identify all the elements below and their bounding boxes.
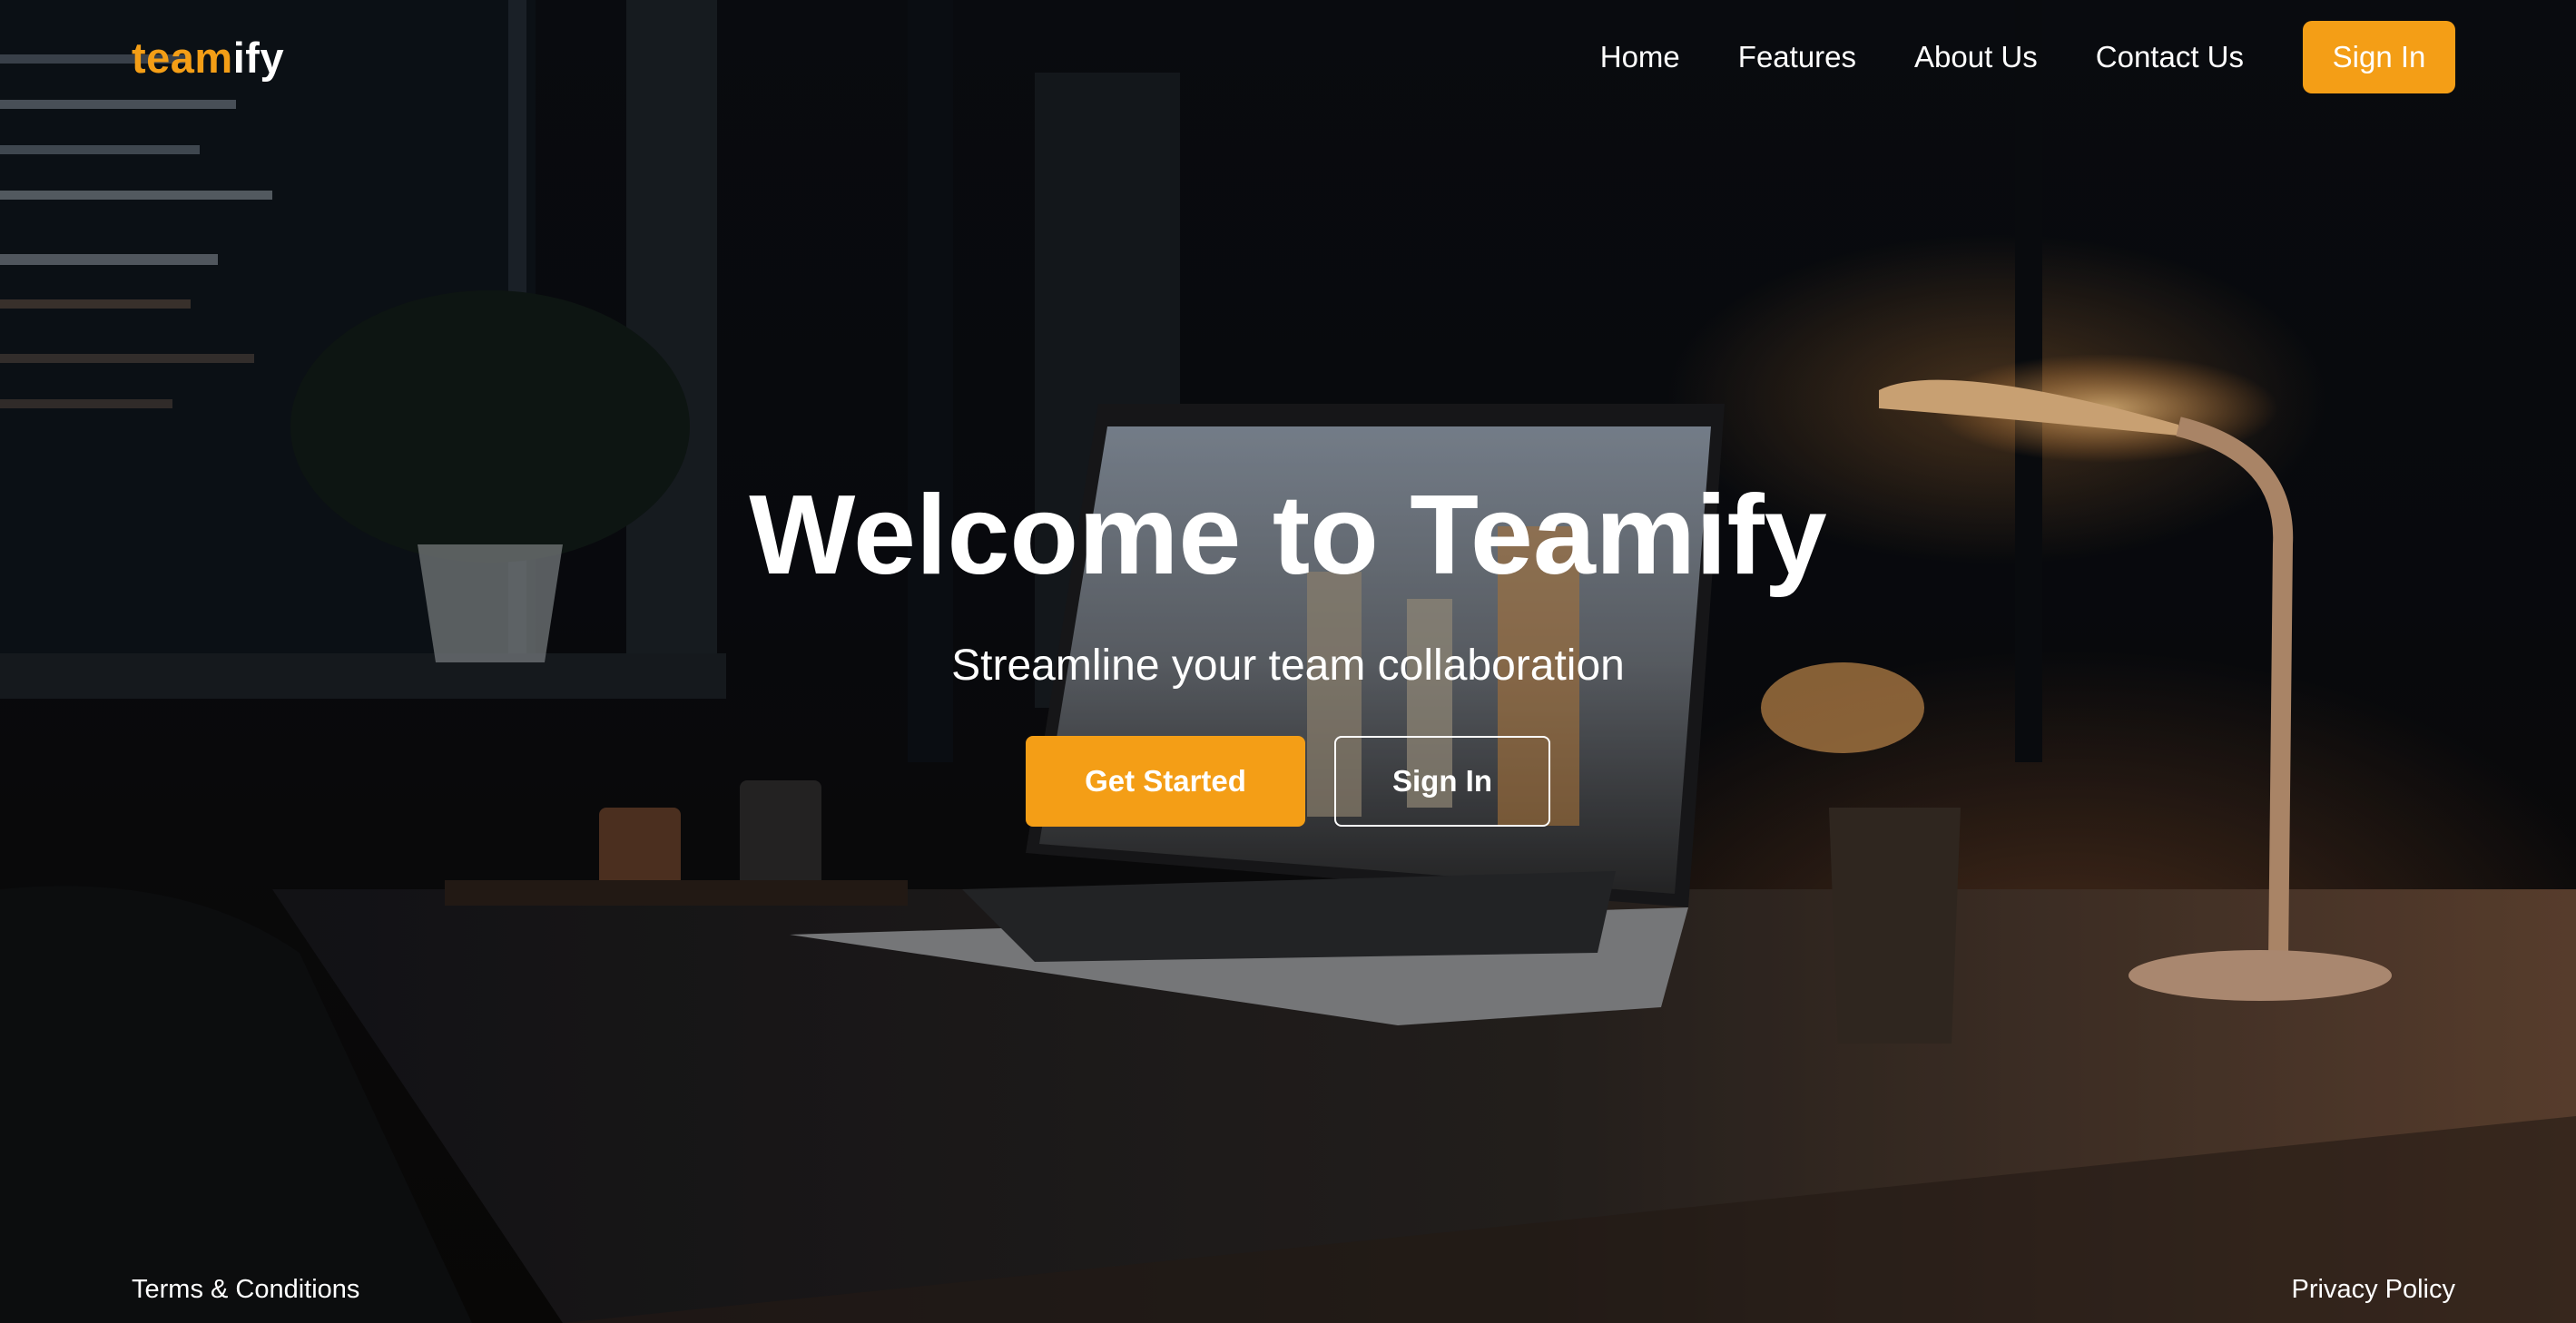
nav-link-contact-us[interactable]: Contact Us bbox=[2096, 40, 2244, 74]
terms-and-conditions-link[interactable]: Terms & Conditions bbox=[132, 1275, 359, 1305]
top-navbar: team ify Home Features About Us Contact … bbox=[0, 0, 2576, 114]
hero-section: team ify Home Features About Us Contact … bbox=[0, 0, 2576, 1323]
nav-link-home[interactable]: Home bbox=[1600, 40, 1680, 74]
hero-content: Welcome to Teamify Streamline your team … bbox=[0, 472, 2576, 827]
page-footer: Terms & Conditions Privacy Policy bbox=[132, 1275, 2455, 1305]
logo-rest-text: ify bbox=[232, 33, 285, 82]
hero-title: Welcome to Teamify bbox=[749, 473, 1827, 598]
nav-link-features[interactable]: Features bbox=[1738, 40, 1856, 74]
main-nav: Home Features About Us Contact Us Sign I… bbox=[1600, 21, 2455, 93]
hero-cta-group: Get Started Sign In bbox=[0, 736, 2576, 827]
logo-accent-text: team bbox=[132, 33, 233, 82]
get-started-button[interactable]: Get Started bbox=[1026, 736, 1305, 827]
nav-sign-in-button[interactable]: Sign In bbox=[2303, 21, 2455, 93]
hero-subtitle: Streamline your team collaboration bbox=[951, 642, 1625, 690]
nav-link-about-us[interactable]: About Us bbox=[1914, 40, 2038, 74]
brand-logo[interactable]: team ify bbox=[132, 33, 284, 83]
hero-sign-in-button[interactable]: Sign In bbox=[1334, 736, 1550, 827]
privacy-policy-link[interactable]: Privacy Policy bbox=[2292, 1275, 2456, 1305]
